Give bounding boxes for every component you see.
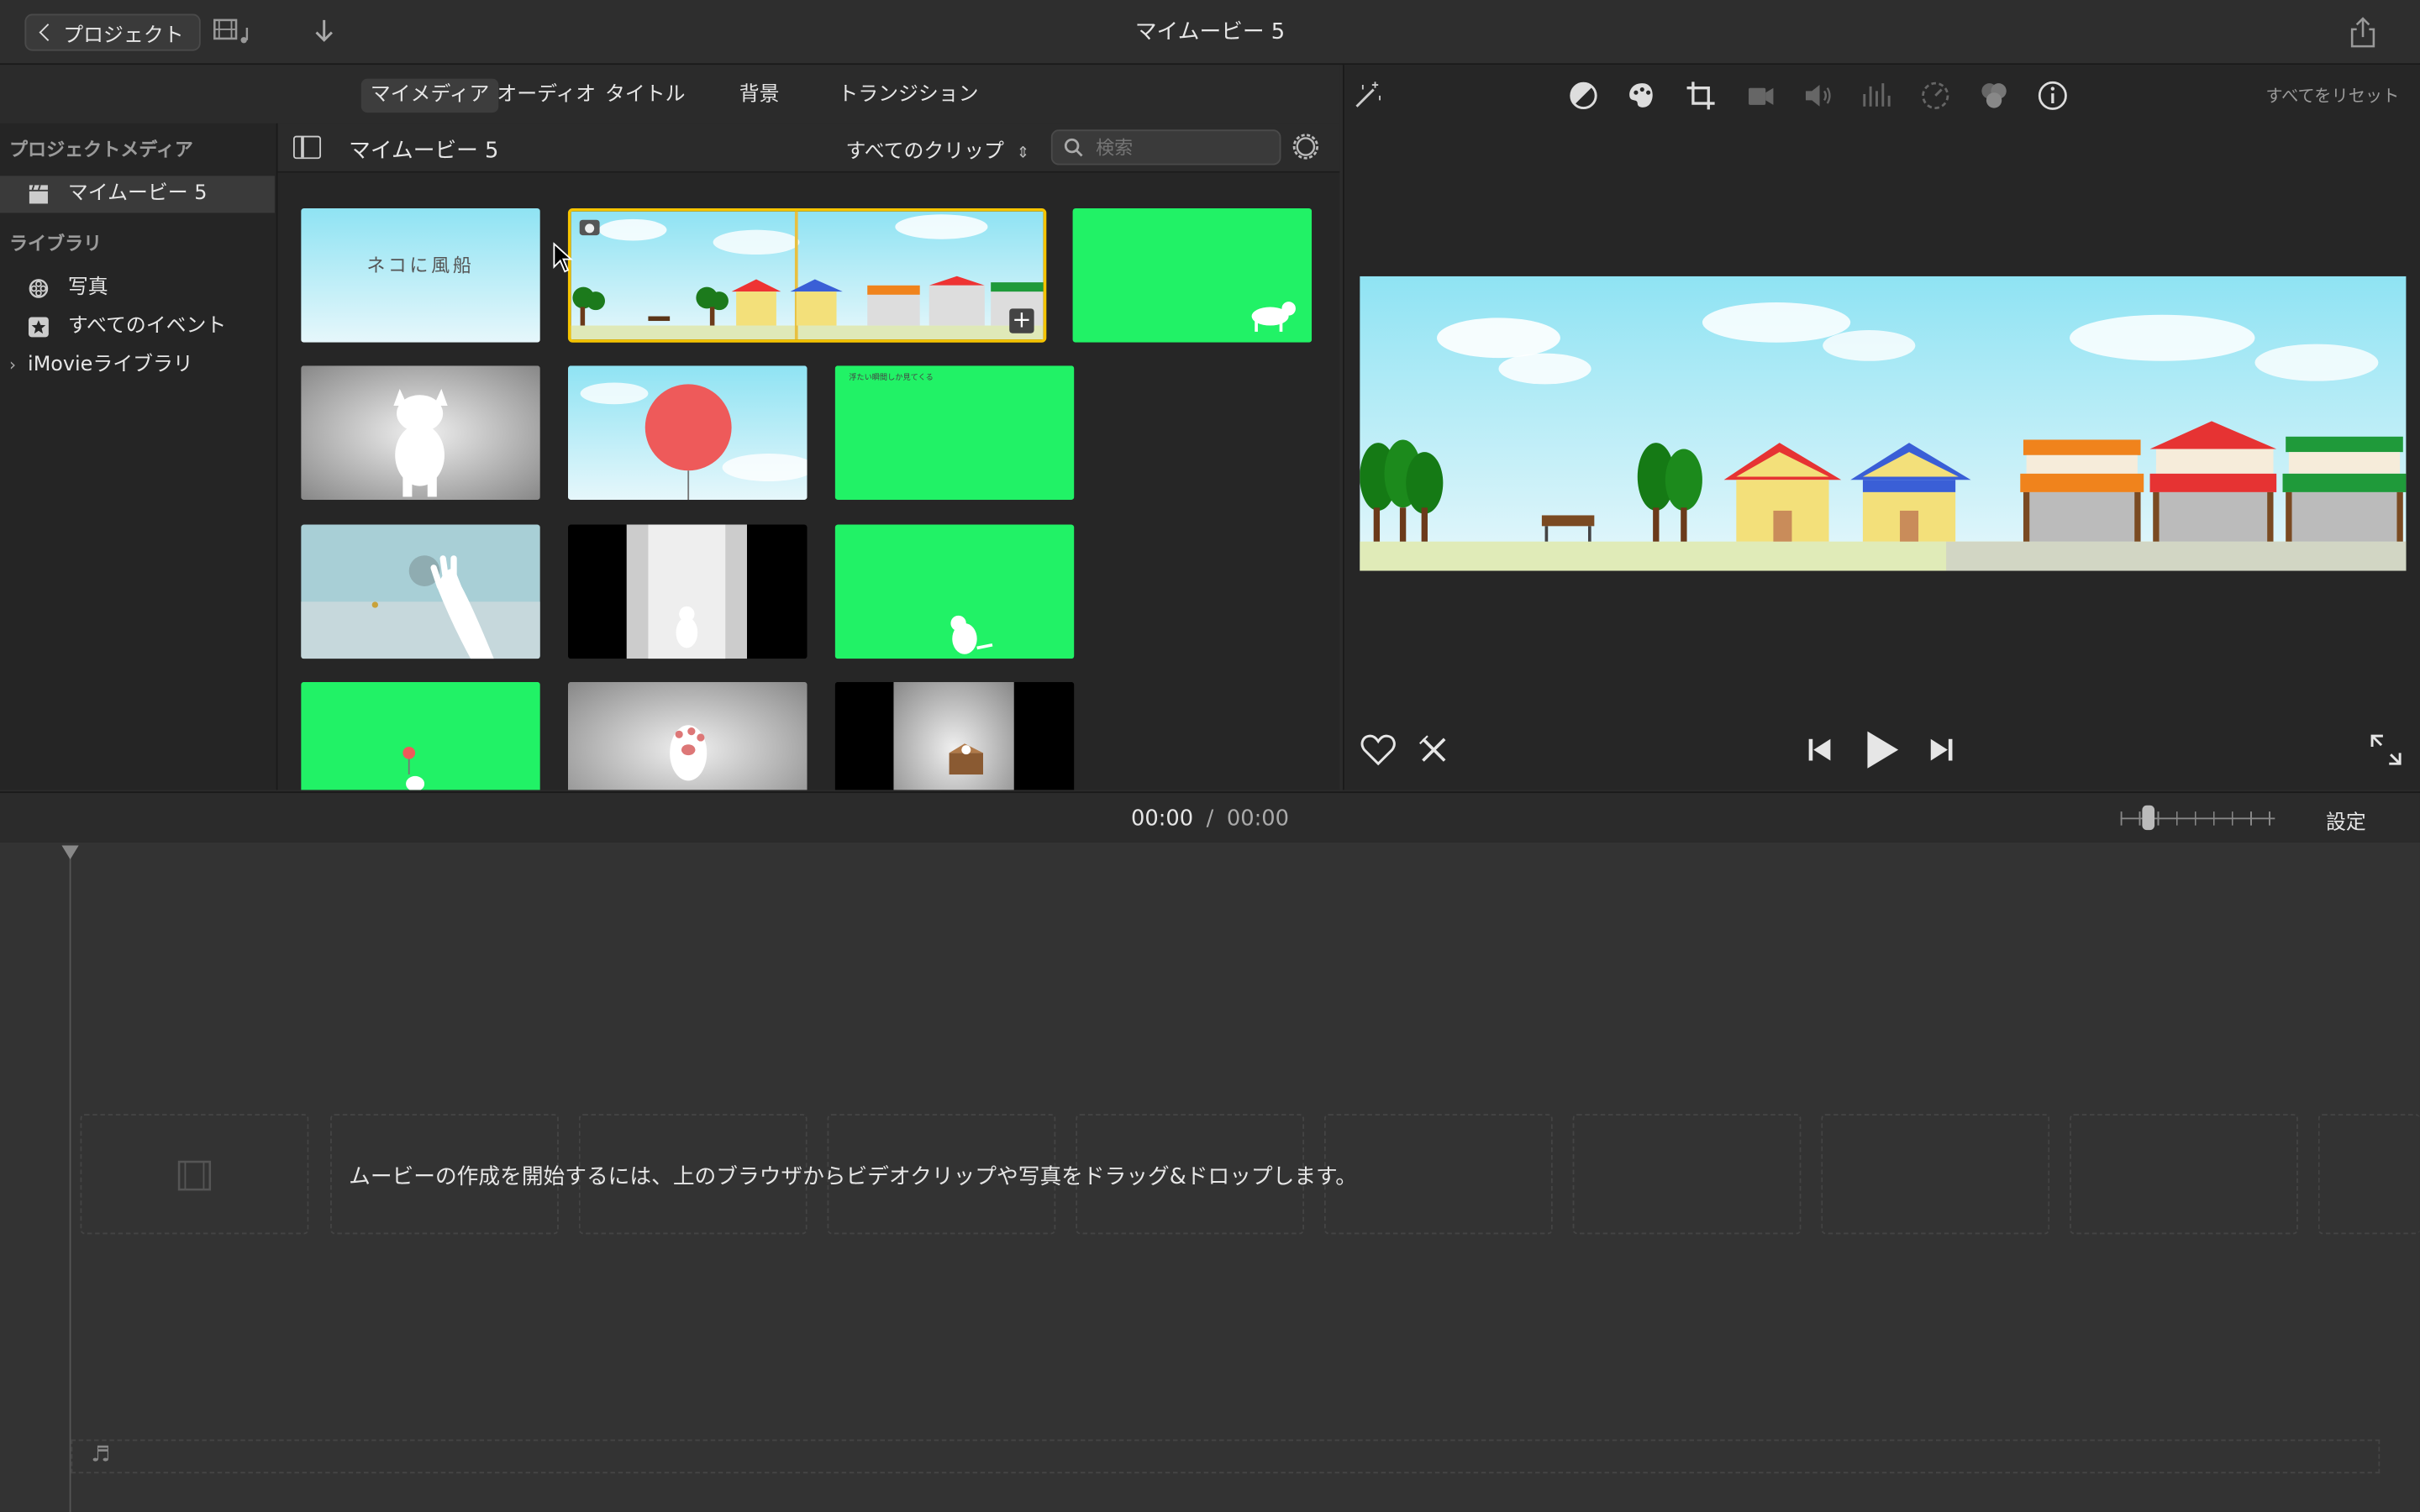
clip-thumbnail-cat-corridor[interactable] [567, 524, 808, 659]
current-time: 00:00 [1131, 806, 1194, 832]
clip-filter-label: すべてのクリップ [845, 140, 1004, 164]
skip-forward-icon[interactable] [1928, 736, 1955, 764]
sidebar-item-label: iMovieライブラリ [28, 353, 193, 377]
updown-chevron-icon: ⇕ [1016, 144, 1030, 162]
video-preview [1360, 276, 2407, 571]
tab-transitions[interactable]: トランジション [829, 79, 987, 113]
photos-icon [29, 279, 49, 298]
timeline-empty-hint: ムービーの作成を開始するには、上のブラウザからビデオクリップや写真をドラッグ&ド… [349, 1164, 1357, 1190]
palette-icon[interactable] [1625, 79, 1659, 113]
crop-icon[interactable] [1684, 79, 1718, 113]
tab-audio[interactable]: オーディオ [487, 79, 605, 113]
reject-x-icon[interactable] [1418, 734, 1449, 765]
camera-icon [579, 219, 600, 236]
tab-titles[interactable]: タイトル [596, 79, 695, 113]
timeline-settings-button[interactable]: 設定 [2326, 806, 2366, 835]
search-icon [1064, 138, 1083, 157]
browser-tab-bar: マイメディア オーディオ タイトル 背景 トランジション [0, 65, 1340, 123]
equalizer-icon[interactable] [1860, 79, 1893, 113]
favorite-heart-icon[interactable] [1360, 732, 1397, 766]
timeline-placeholder-slot [80, 1114, 309, 1235]
star-icon [28, 317, 49, 338]
clip-thumbnail-greenscreen-cat[interactable] [1072, 207, 1313, 343]
playhead-line[interactable] [69, 854, 71, 1512]
sidebar-item-project[interactable]: マイムービー 5 [0, 176, 275, 213]
fullscreen-icon[interactable] [2369, 732, 2402, 766]
clip-thumbnail-town-selected[interactable]: + [567, 207, 1047, 343]
timecode-display: 00:00 / 00:00 [0, 807, 2420, 832]
clip-thumbnail-red-balloon[interactable] [567, 365, 808, 501]
clip-thumbnail-hand[interactable] [301, 524, 540, 659]
sidebar-item-photos[interactable]: 写真 [0, 270, 275, 307]
timeline-placeholder-slot [1323, 1114, 1553, 1235]
clip-thumbnail-greenscreen-cat-sitting[interactable] [834, 524, 1075, 659]
clip-thumbnail-greenscreen-text[interactable]: 浮たい瞬間しか見てくる [834, 365, 1075, 501]
search-input[interactable] [1092, 134, 1276, 162]
mouse-cursor-icon [553, 242, 573, 273]
search-field[interactable] [1050, 129, 1281, 165]
info-icon[interactable] [2036, 79, 2070, 113]
gear-icon[interactable] [1291, 131, 1322, 162]
browser-title: マイムービー 5 [349, 139, 499, 164]
timeline-placeholder-slot [2317, 1114, 2420, 1235]
clip-thumbnail-cardboard-box[interactable] [834, 681, 1075, 790]
share-icon[interactable] [2346, 15, 2380, 49]
tab-backgrounds[interactable]: 背景 [730, 79, 789, 113]
playhead-marker-icon[interactable] [61, 845, 79, 860]
timeline-placeholder-slot [1821, 1114, 2050, 1235]
timeline[interactable]: ムービーの作成を開始するには、上のブラウザからビデオクリップや写真をドラッグ&ド… [0, 842, 2420, 1512]
sidebar-item-label: マイムービー 5 [67, 181, 208, 206]
add-to-timeline-button[interactable]: + [1009, 307, 1034, 333]
total-time: 00:00 [1226, 806, 1289, 832]
timeline-placeholder-slot [1572, 1114, 1802, 1235]
top-toolbar: プロジェクト マイムービー 5 [0, 0, 2420, 66]
background-music-well[interactable]: ♬ [71, 1439, 2381, 1474]
film-strip-icon [177, 1160, 212, 1191]
window-title: マイムービー 5 [1134, 19, 1286, 45]
clip-thumbnail-white-cat[interactable] [301, 365, 540, 501]
clip-filter-dropdown[interactable]: すべてのクリップ ⇕ [846, 134, 1030, 164]
viewer-pane: すべてをリセット [1342, 65, 2420, 790]
project-media-heading: プロジェクトメディア [9, 139, 193, 161]
libraries-sidebar: プロジェクトメディア マイムービー 5 ライブラリ 写真 すべてのイベント › … [0, 123, 278, 790]
timeline-header: 00:00 / 00:00 設定 [0, 791, 2420, 844]
magic-wand-icon[interactable] [1350, 79, 1384, 113]
sidebar-item-label: 写真 [67, 276, 108, 300]
sidebar-item-imovie-library[interactable]: › iMovieライブラリ [0, 347, 275, 384]
clip-grid: ネコに風船 + 浮たい瞬間しか見てくる [277, 172, 1340, 790]
reset-all-button[interactable]: すべてをリセット [2265, 83, 2399, 108]
clip-caption: 浮たい瞬間しか見てくる [849, 373, 934, 383]
sidebar-item-all-events[interactable]: すべてのイベント [0, 308, 275, 345]
stabilization-camera-icon[interactable] [1743, 79, 1776, 113]
speed-gauge-icon[interactable] [1918, 79, 1952, 113]
play-icon[interactable] [1863, 730, 1900, 770]
sidebar-toggle-icon[interactable] [292, 135, 322, 160]
music-note-icon: ♬ [91, 1442, 111, 1467]
clip-thumbnail-title-card[interactable]: ネコに風船 [301, 207, 540, 343]
browser-header: マイムービー 5 すべてのクリップ ⇕ [277, 123, 1340, 173]
imovie-window: プロジェクト マイムービー 5 マイメディア オーディオ タイトル 背景 トラン… [0, 0, 2420, 1512]
clip-thumbnail-greenscreen-balloon[interactable] [301, 681, 540, 790]
skip-back-icon[interactable] [1806, 736, 1833, 764]
zoom-slider[interactable] [2120, 805, 2275, 831]
timeline-placeholder-slot [2070, 1114, 2298, 1235]
library-heading: ライブラリ [9, 233, 103, 255]
zoom-slider-thumb[interactable] [2142, 805, 2155, 831]
tab-my-media[interactable]: マイメディア [360, 78, 499, 113]
color-balance-icon[interactable] [1566, 79, 1600, 113]
clapperboard-icon [29, 185, 48, 204]
clip-thumbnail-cat-paw[interactable] [567, 681, 808, 790]
sidebar-item-label: すべてのイベント [67, 314, 227, 339]
clip-caption: ネコに風船 [366, 255, 475, 276]
disclosure-chevron-icon[interactable]: › [9, 347, 16, 384]
volume-icon[interactable] [1801, 79, 1834, 113]
timecode-separator: / [1206, 806, 1214, 832]
video-overlay-icon[interactable] [1977, 79, 2011, 113]
